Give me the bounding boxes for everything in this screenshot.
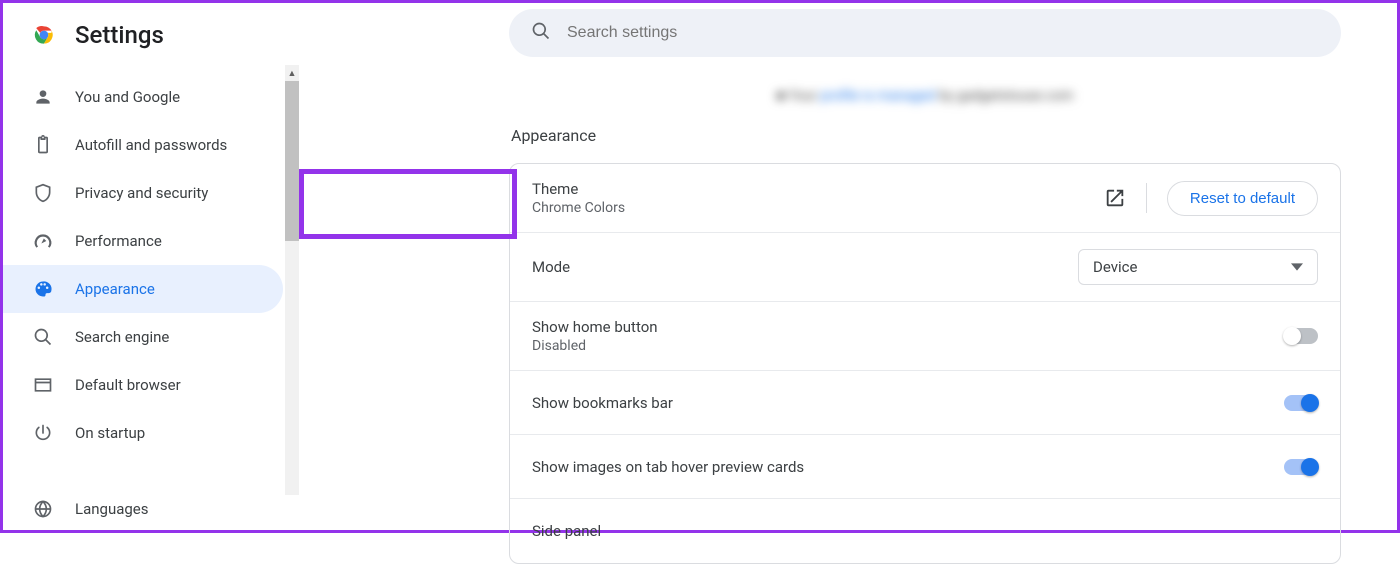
mode-select[interactable]: Device	[1078, 249, 1318, 285]
theme-title: Theme	[532, 180, 1104, 198]
managed-profile-notice: ■ Your profile is managed by gadgetstous…	[509, 87, 1341, 104]
row-bookmarks-bar: Show bookmarks bar	[510, 371, 1340, 435]
divider	[1146, 183, 1147, 213]
sidebar-item-label: You and Google	[75, 88, 180, 106]
speedometer-icon	[33, 231, 53, 251]
sidebar-item-you-and-google[interactable]: You and Google	[3, 73, 283, 121]
home-button-value: Disabled	[532, 338, 1284, 354]
chevron-down-icon	[1291, 261, 1303, 273]
sidebar-item-label: Autofill and passwords	[75, 136, 227, 154]
browser-icon	[33, 375, 53, 395]
sidebar-item-label: Privacy and security	[75, 184, 208, 202]
palette-icon	[33, 279, 53, 299]
home-button-title: Show home button	[532, 318, 1284, 336]
nav-list: You and Google Autofill and passwords Pr…	[3, 71, 299, 533]
row-tab-hover: Show images on tab hover preview cards	[510, 435, 1340, 499]
search-bar[interactable]	[509, 9, 1341, 57]
appearance-card: Theme Chrome Colors Reset to default Mod…	[509, 163, 1341, 564]
sidebar-item-label: Appearance	[75, 280, 155, 298]
main-content: ■ Your profile is managed by gadgetstous…	[299, 3, 1397, 530]
mode-select-value: Device	[1093, 258, 1137, 276]
sidebar-item-privacy[interactable]: Privacy and security	[3, 169, 283, 217]
sidebar-item-label: Performance	[75, 232, 162, 250]
search-input[interactable]	[567, 24, 1319, 42]
sidebar-item-label: Search engine	[75, 328, 169, 346]
sidebar-scrollbar-thumb[interactable]	[285, 81, 299, 241]
power-icon	[33, 423, 53, 443]
sidebar-item-label: On startup	[75, 424, 145, 442]
globe-icon	[33, 499, 53, 519]
sidebar-item-default-browser[interactable]: Default browser	[3, 361, 283, 409]
side-panel-title: Side panel	[532, 522, 1318, 540]
annotation-highlight	[299, 169, 517, 239]
search-icon	[33, 327, 53, 347]
sidebar-item-performance[interactable]: Performance	[3, 217, 283, 265]
row-mode: Mode Device	[510, 233, 1340, 302]
bookmarks-bar-title: Show bookmarks bar	[532, 394, 1284, 412]
bookmarks-bar-toggle[interactable]	[1284, 395, 1318, 411]
scroll-up-arrow-icon[interactable]: ▲	[285, 65, 299, 81]
row-theme[interactable]: Theme Chrome Colors Reset to default	[510, 164, 1340, 233]
page-title: Settings	[75, 21, 164, 49]
settings-header: Settings	[3, 17, 299, 71]
theme-value: Chrome Colors	[532, 200, 1104, 216]
mode-title: Mode	[532, 258, 1078, 276]
row-side-panel[interactable]: Side panel	[510, 499, 1340, 563]
sidebar-item-label: Default browser	[75, 376, 181, 394]
clipboard-icon	[33, 135, 53, 155]
sidebar-item-appearance[interactable]: Appearance	[3, 265, 283, 313]
shield-icon	[33, 183, 53, 203]
row-home-button: Show home button Disabled	[510, 302, 1340, 371]
tab-hover-toggle[interactable]	[1284, 459, 1318, 475]
sidebar-item-label: Languages	[75, 500, 149, 518]
search-icon	[531, 21, 551, 45]
home-button-toggle[interactable]	[1284, 328, 1318, 344]
section-title: Appearance	[509, 126, 1341, 145]
tab-hover-title: Show images on tab hover preview cards	[532, 458, 1284, 476]
person-icon	[33, 87, 53, 107]
reset-to-default-button[interactable]: Reset to default	[1167, 181, 1318, 216]
sidebar: Settings You and Google Autofill and pas…	[3, 3, 299, 530]
sidebar-item-search-engine[interactable]: Search engine	[3, 313, 283, 361]
sidebar-item-languages[interactable]: Languages	[3, 485, 283, 533]
sidebar-item-on-startup[interactable]: On startup	[3, 409, 283, 457]
sidebar-item-autofill[interactable]: Autofill and passwords	[3, 121, 283, 169]
open-in-new-icon[interactable]	[1104, 187, 1126, 209]
chrome-logo-icon	[31, 22, 57, 48]
